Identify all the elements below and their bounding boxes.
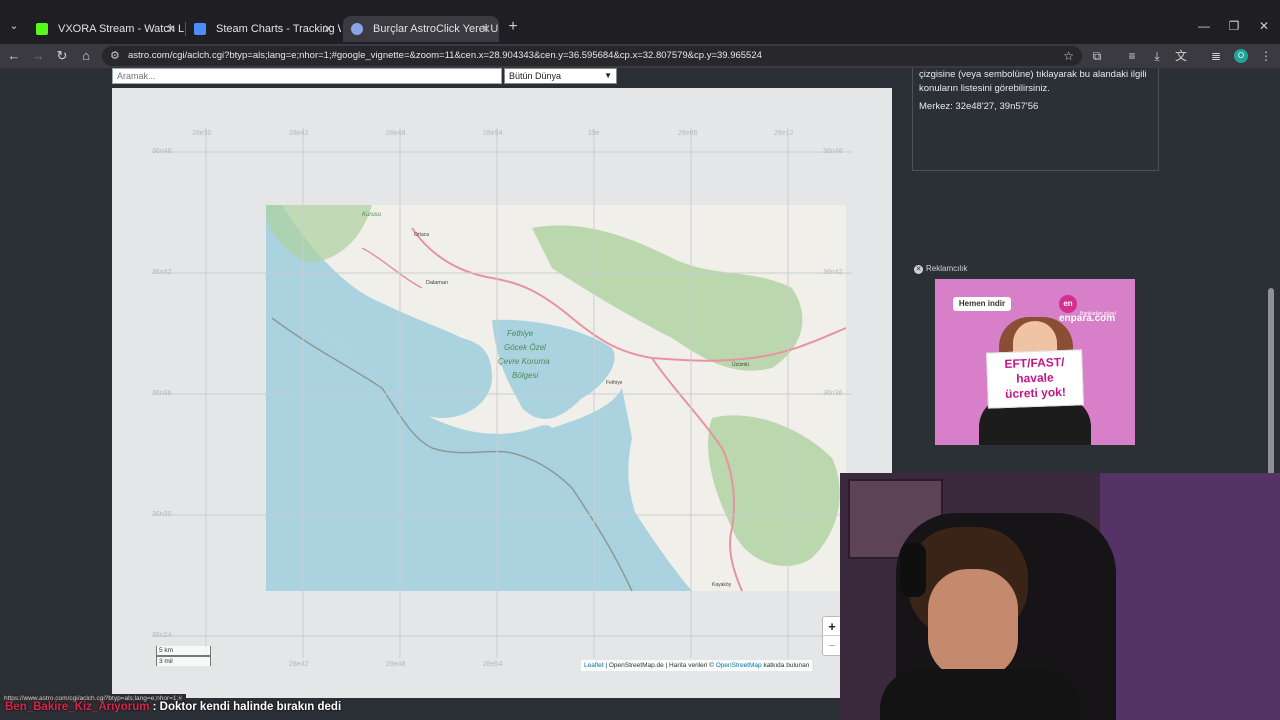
grid-label-right: 36n36 (823, 390, 843, 397)
info-text-line-2: konuların listesini görebilirsiniz. (919, 83, 1050, 94)
site-info-icon[interactable]: ⚙ (110, 46, 120, 66)
ad-sign-line-3: ücreti yok! (1004, 384, 1067, 402)
ad-logo-tagline: Bankadan güzel (1080, 311, 1116, 317)
chat-username: Ben_Bakire_Kiz_Arıyorum (5, 701, 150, 713)
zoom-in-button[interactable]: + (823, 617, 841, 636)
label-gulf-4: Bölgesi (512, 371, 538, 380)
astro-favicon-icon (351, 23, 363, 35)
label-dalaman: Dalaman (426, 280, 448, 286)
grid-label-left: 36n30 (152, 511, 172, 518)
region-select-value: Bütün Dünya (509, 71, 562, 81)
profile-avatar[interactable]: O (1234, 49, 1248, 63)
label-ortaca: Ortaca (414, 232, 429, 238)
label-fethiye: Fethiye (606, 380, 623, 386)
ad-label-text: Reklamcılık (926, 264, 968, 273)
info-text-line-1: çizgisine (veya sembolüne) tıklayarak bu… (919, 69, 1147, 80)
ad-logo: en enpara.com (1059, 295, 1135, 324)
reload-button[interactable]: ↻ (52, 46, 72, 66)
map-scale-bar: 5 km 3 mil (156, 646, 211, 668)
chat-text: : Doktor kendi halinde bırakın dedi (149, 701, 342, 713)
minimize-button[interactable]: — (1194, 16, 1214, 36)
address-url[interactable]: astro.com/cgi/aclch.cgi?btyp=als;lang=e;… (128, 46, 762, 66)
more-menu-icon[interactable]: ⋮ (1256, 46, 1276, 66)
new-tab-button[interactable]: + (503, 17, 523, 37)
grid-label-top: 28e54 (483, 130, 503, 137)
chevron-down-icon: ▼ (604, 71, 612, 80)
attribution-text: | OpenStreetMap.de | Harita verileri © (603, 662, 716, 669)
close-tab-icon[interactable]: ✕ (481, 16, 491, 42)
zoom-out-button[interactable]: − (823, 636, 841, 655)
bookmark-star-icon[interactable]: ☆ (1063, 46, 1074, 66)
steam-charts-favicon-icon (194, 23, 206, 35)
map-attribution: Leaflet | OpenStreetMap.de | Harita veri… (581, 660, 813, 671)
grid-label-right: 36n48 (823, 148, 843, 155)
label-kurusu: Kurusu (362, 212, 382, 218)
webcam-streamer-face (928, 569, 1018, 679)
close-window-button[interactable]: ✕ (1254, 16, 1274, 36)
webcam-purple-light (1100, 473, 1280, 720)
label-gulf: Fethiye (507, 329, 534, 338)
forward-button[interactable]: → (28, 46, 48, 66)
map-panel[interactable]: Fethiye Göcek Özel Çevre Koruma Bölgesi … (112, 88, 892, 698)
info-panel: çizgisine (veya sembolüne) tıklayarak bu… (912, 68, 1159, 171)
close-tab-icon[interactable]: ✕ (323, 16, 333, 42)
map-center-coordinates: Merkez: 32e48'27, 39n57'56 (919, 101, 1039, 112)
ad-label: ✕ Reklamcılık (914, 264, 967, 274)
grid-label-left: 36n36 (152, 390, 172, 397)
grid-label-top: 28e48 (386, 130, 406, 137)
grid-label-bottom: 28e48 (386, 661, 406, 668)
home-button[interactable]: ⌂ (76, 46, 96, 66)
ad-download-button[interactable]: Hemen indir (953, 297, 1011, 311)
label-kaya: Kayaköy (712, 582, 732, 588)
label-gulf-3: Çevre Koruma (498, 357, 550, 366)
restore-button[interactable]: ❐ (1224, 16, 1244, 36)
media-control-icon[interactable]: ≣ (1206, 46, 1226, 66)
attribution-tail: katkıda bulunan (761, 662, 810, 669)
ad-sign: EFT/FAST/ havale ücreti yok! (986, 349, 1084, 409)
webcam-overlay (840, 473, 1280, 720)
grid-label-left: 36n24 (152, 632, 172, 639)
tab-vxora[interactable]: VXORA Stream - Watch Live ✕ (28, 16, 184, 42)
label-gulf-2: Göcek Özel (504, 343, 546, 352)
scale-mi: 3 mil (156, 656, 211, 666)
grid-label-top: 28e42 (289, 130, 309, 137)
region-select[interactable]: Bütün Dünya ▼ (504, 68, 617, 84)
tab-search-icon[interactable]: ⌄ (4, 16, 24, 36)
back-button[interactable]: ← (4, 46, 24, 66)
tab-strip: ⌄ VXORA Stream - Watch Live ✕ Steam Char… (0, 0, 1280, 44)
grid-label-left: 36n42 (152, 269, 172, 276)
tab-steam-charts[interactable]: Steam Charts - Tracking What's ✕ (186, 16, 341, 42)
grid-label-top: 29e06 (678, 130, 698, 137)
vxora-favicon-icon (36, 23, 48, 35)
download-icon[interactable]: ⤓ (1147, 46, 1167, 66)
search-input[interactable] (112, 68, 502, 84)
webcam-streamer-shirt (880, 669, 1080, 720)
grid-label-left: 36n48 (152, 148, 172, 155)
webcam-headset (900, 543, 926, 597)
grid-label-top: 28e30 (192, 130, 212, 137)
scale-km: 5 km (156, 646, 211, 656)
grid-label-right: 36n42 (823, 269, 843, 276)
stream-chat-message: Ben_Bakire_Kiz_Arıyorum : Doktor kendi h… (5, 701, 341, 713)
leaflet-link[interactable]: Leaflet (584, 662, 604, 669)
grid-label-top: 29e (588, 130, 600, 137)
close-tab-icon[interactable]: ✕ (166, 16, 176, 42)
grid-label-bottom: 28e42 (289, 661, 309, 668)
grid-label-top: 29e12 (774, 130, 794, 137)
advertisement-banner[interactable]: Hemen indir en enpara.com Bankadan güzel… (935, 279, 1135, 445)
map-canvas[interactable]: Fethiye Göcek Özel Çevre Koruma Bölgesi … (112, 88, 892, 698)
extensions-icon[interactable]: ⧉ (1087, 46, 1107, 66)
label-uzumlu: Üzümlü (732, 361, 749, 368)
browser-toolbar: ← → ↻ ⌂ ⚙ astro.com/cgi/aclch.cgi?btyp=a… (0, 44, 1280, 68)
tab-astroclick[interactable]: Burçlar AstroClick Yerel Uzay ✕ (343, 16, 499, 42)
osm-link[interactable]: OpenStreetMap (716, 662, 762, 669)
close-ad-icon[interactable]: ✕ (914, 265, 923, 274)
reading-list-icon[interactable]: ≡ (1122, 46, 1142, 66)
grid-label-bottom: 28e54 (483, 661, 503, 668)
address-bar[interactable]: ⚙ astro.com/cgi/aclch.cgi?btyp=als;lang=… (102, 46, 1082, 66)
translate-icon[interactable]: 文 (1171, 46, 1191, 66)
map-zoom-control: + − (822, 616, 842, 656)
